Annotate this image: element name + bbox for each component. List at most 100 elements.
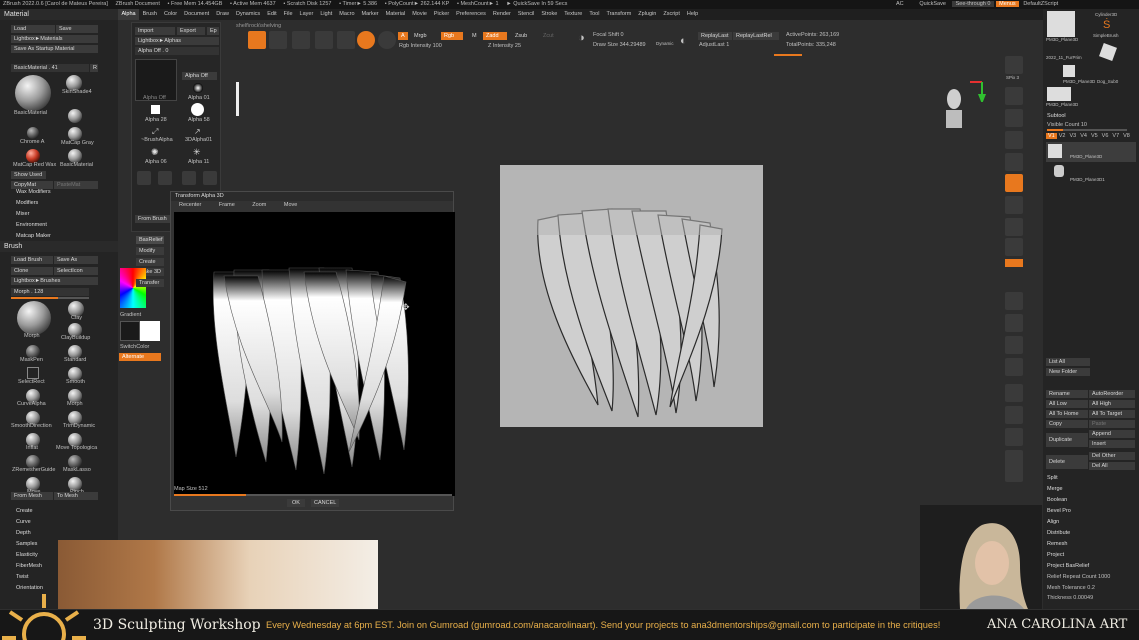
menu-zscript[interactable]: Zscript — [660, 9, 684, 20]
matcap-gray-swatch[interactable] — [68, 127, 82, 141]
alpha-tool-icon[interactable] — [182, 171, 196, 185]
select-icon-button[interactable]: SelectIcon — [54, 267, 98, 275]
edit-mode-icon[interactable] — [248, 31, 266, 49]
menu-marker[interactable]: Marker — [358, 9, 382, 20]
draw-mode-icon[interactable] — [269, 31, 287, 49]
alpha-off-button[interactable]: Alpha Off — [182, 72, 217, 80]
project-basrelief-section[interactable]: Project BasRelief — [1047, 563, 1089, 569]
menu-color[interactable]: Color — [160, 9, 180, 20]
copy-subtool-button[interactable]: Copy — [1046, 420, 1088, 428]
move-tab[interactable]: Move — [276, 202, 305, 208]
frame-icon[interactable] — [1005, 292, 1023, 310]
subtool-tab-v6[interactable]: V6 — [1100, 133, 1111, 139]
map-size-slider[interactable]: Map Size 512 — [174, 486, 208, 492]
polyf-icon[interactable] — [1005, 406, 1023, 424]
show-used-button[interactable]: Show Used — [11, 171, 46, 179]
basic-material-preview[interactable] — [15, 75, 51, 111]
to-mesh-button[interactable]: To Mesh — [54, 492, 98, 500]
insert-button[interactable]: Insert — [1089, 440, 1135, 448]
matcap-red-wax-swatch[interactable] — [26, 149, 40, 163]
save-material-button[interactable]: Save — [56, 25, 98, 33]
d-sphere-icon[interactable]: ◐ — [680, 35, 687, 47]
tool-thumb[interactable] — [1099, 43, 1117, 61]
depth-section[interactable]: Depth — [16, 530, 31, 536]
subtool-tab-v4[interactable]: V4 — [1078, 133, 1089, 139]
adjust-last-slider[interactable]: AdjustLast 1 — [699, 42, 729, 48]
subtool-tab-v1[interactable]: V1 — [1046, 133, 1057, 139]
alpha-06-icon[interactable]: ✺ — [151, 147, 159, 158]
subtool-tab-v3[interactable]: V3 — [1067, 133, 1078, 139]
ok-button[interactable]: OK — [287, 499, 305, 507]
from-brush-button[interactable]: From Brush — [135, 215, 170, 223]
spix-label[interactable]: SPix 3 — [1006, 75, 1019, 80]
rgb-intensity-slider[interactable]: Rgb Intensity 100 — [399, 43, 442, 49]
mrgb-toggle[interactable]: Mrgb — [411, 32, 431, 40]
create-section[interactable]: Create — [16, 508, 33, 514]
alpha-ep-button[interactable]: Ep — [207, 27, 219, 35]
transp-icon[interactable] — [1005, 428, 1023, 446]
menu-material[interactable]: Material — [382, 9, 409, 20]
secondary-color-swatch[interactable] — [140, 321, 160, 341]
menu-help[interactable]: Help — [683, 9, 701, 20]
alpha-export-button[interactable]: Export — [177, 27, 205, 35]
samples-section[interactable]: Samples — [16, 541, 37, 547]
menu-stroke[interactable]: Stroke — [538, 9, 561, 20]
save-as-brush-button[interactable]: Save As — [54, 256, 98, 264]
auto-reorder-button[interactable]: AutoReorder — [1089, 390, 1135, 398]
material-r-button[interactable]: R — [90, 64, 98, 72]
quicksave-button[interactable]: QuickSave — [915, 1, 950, 7]
create-button[interactable]: Create — [136, 258, 164, 266]
zcut-toggle[interactable]: Zcut — [540, 32, 556, 40]
menu-file[interactable]: File — [280, 9, 296, 20]
m-toggle[interactable]: M — [469, 32, 481, 40]
bpr-icon[interactable] — [1005, 56, 1023, 74]
primary-color-swatch[interactable] — [120, 321, 140, 341]
menu-macro[interactable]: Macro — [336, 9, 358, 20]
clone-brush-button[interactable]: Clone — [11, 267, 53, 275]
navigation-head-icon[interactable] — [944, 86, 964, 130]
all-low-button[interactable]: All Low — [1046, 400, 1088, 408]
lightbox-brushes-button[interactable]: Lightbox►Brushes — [11, 277, 98, 285]
del-all-button[interactable]: Del All — [1089, 462, 1135, 470]
z-intensity-slider[interactable]: Z Intensity 25 — [488, 43, 521, 49]
alpha-58-thumb[interactable] — [191, 103, 204, 116]
xyz-icon[interactable] — [1005, 259, 1023, 267]
floor-icon[interactable] — [1005, 196, 1023, 214]
alpha-11-icon[interactable]: ✳ — [193, 147, 201, 158]
elasticity-section[interactable]: Elasticity — [16, 552, 38, 558]
transfer-button[interactable]: Transfer — [136, 279, 164, 287]
alpha-tool-icon[interactable] — [137, 171, 151, 185]
menu-document[interactable]: Document — [181, 9, 213, 20]
document-canvas[interactable] — [500, 165, 763, 427]
save-startup-material-button[interactable]: Save As Startup Material — [11, 45, 98, 53]
bevel-pro-section[interactable]: Bevel Pro — [1047, 508, 1071, 514]
subtool-row-selected[interactable]: PM3D_Plane3D — [1046, 142, 1136, 162]
rotate-mode-icon[interactable] — [337, 31, 355, 49]
relief-repeat-slider[interactable]: Relief Repeat Count 1000 — [1047, 574, 1110, 580]
load-brush-button[interactable]: Load Brush — [11, 256, 53, 264]
persp-icon[interactable] — [1005, 174, 1023, 192]
zsub-toggle[interactable]: Zsub — [512, 32, 532, 40]
delete-button[interactable]: Delete — [1046, 455, 1088, 469]
material-preview-icon[interactable] — [378, 31, 396, 49]
color-picker[interactable] — [120, 268, 146, 308]
copy-mat-button[interactable]: CopyMat — [11, 181, 53, 189]
brush-slider-track[interactable] — [11, 297, 89, 299]
lock-icon[interactable] — [1005, 238, 1023, 256]
menu-movie[interactable]: Movie — [409, 9, 431, 20]
brush-alpha-icon[interactable]: ⤢ — [152, 127, 158, 137]
menu-draw[interactable]: Draw — [213, 9, 233, 20]
boolean-section[interactable]: Boolean — [1047, 497, 1067, 503]
rename-button[interactable]: Rename — [1046, 390, 1088, 398]
mixer-section[interactable]: Mixer — [16, 211, 29, 217]
matcap-maker-section[interactable]: Matcap Maker — [16, 233, 51, 239]
paste-mat-button[interactable]: PasteMat — [54, 181, 98, 189]
menu-dynamics[interactable]: Dynamics — [233, 9, 264, 20]
alpha-28-thumb[interactable] — [151, 105, 160, 114]
curve-section[interactable]: Curve — [16, 519, 31, 525]
menu-picker[interactable]: Picker — [430, 9, 452, 20]
line-fill-icon[interactable] — [1005, 384, 1023, 402]
all-to-target-button[interactable]: All To Target — [1089, 410, 1135, 418]
visible-count-slider[interactable]: Visible Count 10 — [1047, 122, 1087, 128]
chrome-a-swatch[interactable] — [27, 127, 39, 139]
